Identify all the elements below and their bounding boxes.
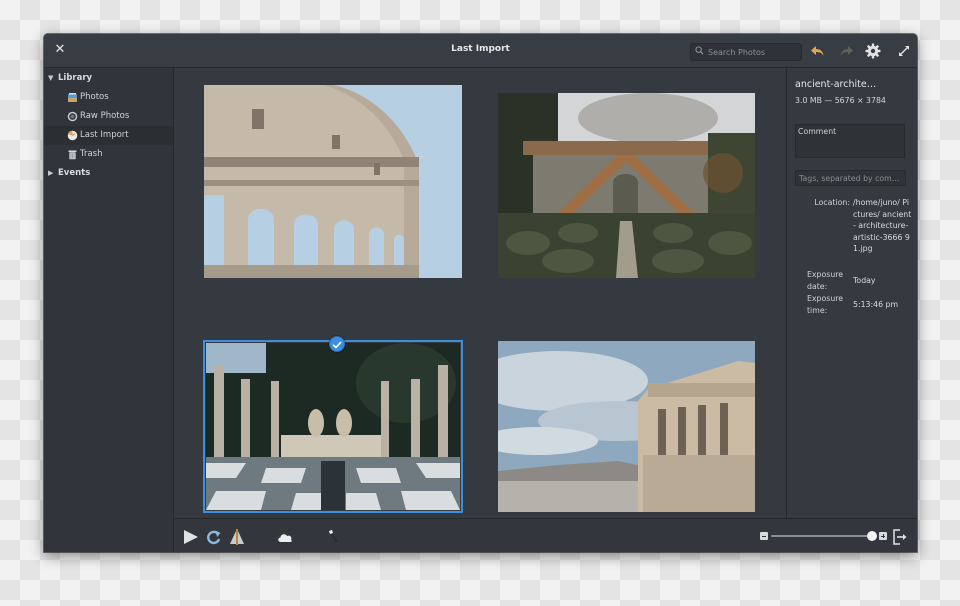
close-button[interactable]: ✕ (53, 43, 67, 57)
expand-right-icon: ▶ (48, 169, 54, 177)
photo-thumbnail[interactable] (498, 341, 755, 512)
info-panel: ancient-archite… 3.0 MB — 5676 × 3784 Lo… (786, 68, 917, 552)
statues-image (206, 343, 460, 510)
selected-checkmark[interactable] (329, 336, 345, 352)
zoom-slider-track[interactable] (771, 535, 877, 537)
colosseum-image (204, 85, 462, 278)
zoom-out-button[interactable] (760, 532, 768, 540)
search-icon (695, 46, 704, 55)
photo-grid (174, 68, 785, 518)
title-bar: ✕ Last Import (44, 34, 917, 68)
sidebar-events[interactable]: ▶ Events (44, 164, 173, 183)
enhance-wand-icon[interactable] (325, 528, 343, 546)
trash-icon (68, 150, 77, 160)
tags-field[interactable] (795, 170, 906, 186)
photo-thumbnail-selected[interactable] (203, 340, 463, 513)
location-label: Location: (814, 198, 850, 207)
sidebar-item-photos[interactable]: Photos (44, 88, 173, 107)
sidebar-item-trash[interactable]: Trash (44, 145, 173, 164)
file-size-dimensions: 3.0 MB — 5676 × 3784 (795, 96, 886, 105)
cloud-publish-icon[interactable] (276, 528, 294, 546)
flip-icon[interactable] (228, 528, 246, 546)
photos-icon (68, 93, 77, 102)
zoom-slider[interactable] (758, 530, 898, 542)
sidebar-library[interactable]: ▼ Library (44, 69, 173, 88)
comment-field[interactable] (795, 124, 905, 158)
zoom-in-button[interactable] (879, 532, 887, 540)
photo-thumbnail[interactable] (204, 85, 462, 278)
sidebar-item-raw-photos[interactable]: Raw Photos (44, 107, 173, 126)
photo-thumbnail[interactable] (498, 93, 755, 278)
undo-icon[interactable] (809, 42, 827, 60)
play-slideshow-icon[interactable] (182, 528, 200, 546)
redo-icon[interactable] (837, 42, 855, 60)
file-name: ancient-archite… (795, 79, 877, 90)
gear-icon[interactable] (864, 42, 882, 60)
expand-down-icon: ▼ (48, 74, 54, 82)
photos-window: ✕ Last Import Search Photos ▼ Library Ph… (44, 34, 917, 552)
exposure-time-value: 5:13:46 pm (853, 300, 899, 309)
search-input[interactable] (708, 44, 798, 60)
acropolis-image (498, 341, 755, 512)
sidebar-item-last-import[interactable]: Last Import (44, 126, 173, 145)
exposure-date-value: Today (853, 276, 876, 285)
export-icon[interactable] (891, 528, 909, 546)
zoom-slider-knob[interactable] (866, 531, 877, 541)
sidebar: ▼ Library Photos Raw Photos Last Import … (44, 68, 174, 552)
search-field[interactable] (690, 43, 802, 61)
bottom-toolbar (174, 518, 917, 552)
raw-photos-icon (67, 111, 78, 122)
rotate-icon[interactable] (205, 528, 223, 546)
garden-staircase-image (498, 93, 755, 278)
exposure-time-label: Exposure time: (807, 294, 844, 315)
checkmark-icon (332, 341, 342, 349)
close-icon: ✕ (54, 42, 66, 57)
exposure-date-label: Exposure date: (807, 270, 844, 291)
fullscreen-icon[interactable] (895, 42, 913, 60)
last-import-icon (67, 130, 78, 141)
location-value: /home/juno/ Pictures/ ancient- architect… (853, 198, 912, 253)
